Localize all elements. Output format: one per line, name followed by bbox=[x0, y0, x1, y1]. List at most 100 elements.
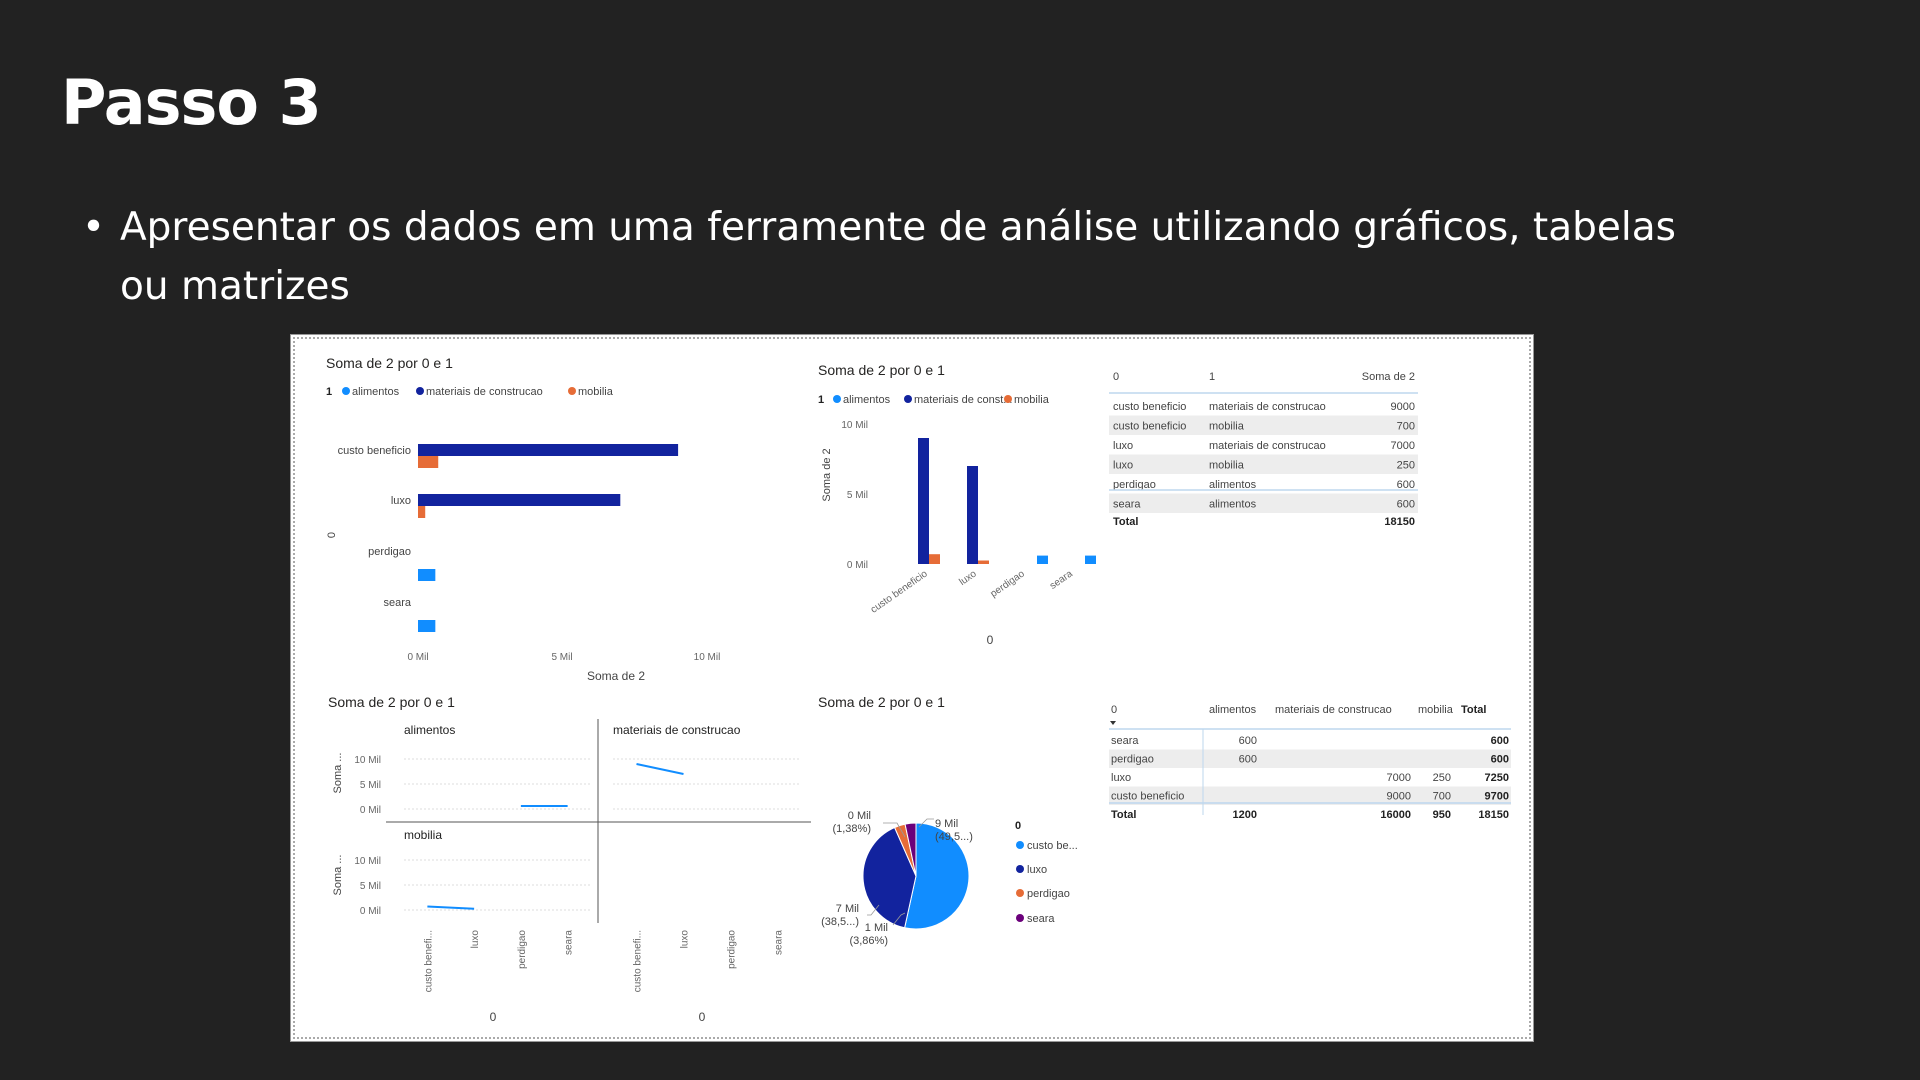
table-cell: 250 bbox=[1397, 460, 1415, 472]
dashboard-screenshot: Soma de 2 por 0 e 1 1 alimentos materiai… bbox=[290, 334, 1534, 1042]
matrix-row-stripe bbox=[1109, 749, 1511, 768]
sm-panel-materiais: materiais de construcao bbox=[613, 723, 741, 737]
pie-legend-perdigao: perdigao bbox=[1027, 888, 1070, 900]
pie-label-bottom-value: 1 Mil bbox=[865, 922, 888, 934]
bullet-text: Apresentar os dados em uma ferramente de… bbox=[120, 198, 1820, 316]
matrix-cell: 600 bbox=[1491, 754, 1509, 766]
sm-x-label: custo benefi... bbox=[633, 930, 644, 992]
vbar-bar-alimentos[interactable] bbox=[1037, 555, 1048, 564]
vbar-y-ticks: 10 Mil 5 Mil 0 Mil bbox=[841, 420, 868, 571]
hbar-x-tick: 5 Mil bbox=[551, 652, 572, 663]
matrix-header-4: Total bbox=[1461, 704, 1486, 716]
bullet-dot: • bbox=[82, 205, 106, 250]
sm-x-axis-title-right: 0 bbox=[699, 1010, 706, 1024]
matrix-header-3: mobilia bbox=[1418, 704, 1454, 716]
hbar-title: Soma de 2 por 0 e 1 bbox=[326, 355, 453, 371]
table-cell: alimentos bbox=[1209, 479, 1257, 491]
sm-x-labels: custo benefi... luxo perdigao seara custo be… bbox=[423, 930, 784, 993]
matrix-total-cell: 1200 bbox=[1233, 809, 1257, 821]
matrix-header-0: 0 bbox=[1111, 704, 1117, 716]
pie-label-left-pct: (38,5...) bbox=[821, 916, 859, 928]
pie-legend-dot-custo bbox=[1016, 841, 1024, 849]
hbar-bar-alimentos[interactable] bbox=[418, 620, 436, 632]
sm-x-label: custo benefi... bbox=[423, 930, 434, 992]
vbar-bar-alimentos[interactable] bbox=[1085, 555, 1096, 564]
vbar-y-axis-title: Soma de 2 bbox=[821, 448, 833, 501]
sm-line-mobilia[interactable] bbox=[427, 905, 475, 910]
matrix-header-1: alimentos bbox=[1209, 704, 1257, 716]
matrix-cell: 7250 bbox=[1485, 772, 1509, 784]
hbar-legend-title: 1 bbox=[326, 386, 332, 398]
sm-line-materiais-de-construcao[interactable] bbox=[636, 763, 684, 775]
matrix-cell: luxo bbox=[1111, 772, 1131, 784]
vbar-bar-mobilia[interactable] bbox=[978, 560, 989, 565]
matrix-cell: perdigao bbox=[1111, 754, 1154, 766]
visual-small-multiples[interactable]: Soma de 2 por 0 e 1 alimentos materiais … bbox=[328, 694, 811, 1024]
vbar-bar-materiais-de-construcao[interactable] bbox=[918, 438, 929, 564]
matrix-rows: seara 600 600 perdigao 600 600 luxo 7000 250 7250… bbox=[1109, 735, 1511, 805]
sm-y-axis-title-top: Soma ... bbox=[332, 753, 344, 794]
hbar-bar-materiais-de-construcao[interactable] bbox=[418, 494, 621, 506]
sm-y-tick: 0 Mil bbox=[360, 906, 381, 917]
vbar-bars bbox=[918, 438, 1096, 564]
table-cell: 9000 bbox=[1391, 401, 1415, 413]
visual-horizontal-bar[interactable]: Soma de 2 por 0 e 1 1 alimentos materiai… bbox=[326, 355, 720, 683]
matrix-total-cell: 950 bbox=[1433, 809, 1451, 821]
table-cell: custo beneficio bbox=[1113, 401, 1186, 413]
vbar-legend-alimentos: alimentos bbox=[843, 394, 891, 406]
matrix-total-cell: 18150 bbox=[1478, 809, 1509, 821]
matrix-cell: seara bbox=[1111, 735, 1139, 747]
pie-label-left-value: 7 Mil bbox=[836, 903, 859, 915]
table-header-2: Soma de 2 bbox=[1362, 371, 1415, 383]
pie-legend-dot-luxo bbox=[1016, 865, 1024, 873]
vbar-category-label: luxo bbox=[957, 568, 979, 588]
table-cell: materiais de construcao bbox=[1209, 440, 1326, 452]
dashboard-canvas: Soma de 2 por 0 e 1 1 alimentos materiai… bbox=[326, 355, 1511, 1024]
hbar-legend-alimentos: alimentos bbox=[352, 386, 400, 398]
vbar-y-tick: 10 Mil bbox=[841, 420, 868, 431]
sm-y-axis-title-bottom: Soma ... bbox=[332, 855, 344, 896]
pie-legend-title: 0 bbox=[1015, 820, 1021, 832]
visual-table[interactable]: 0 1 Soma de 2 custo beneficio materiais d… bbox=[1108, 371, 1418, 528]
table-cell: custo beneficio bbox=[1113, 421, 1186, 433]
hbar-bar-mobilia[interactable] bbox=[418, 506, 426, 518]
sm-x-axis-title-left: 0 bbox=[490, 1010, 497, 1024]
matrix-total-row: Total 1200 16000 950 18150 bbox=[1111, 809, 1509, 821]
bullet-text-line-2: ou matrizes bbox=[120, 264, 350, 309]
vbar-legend-materiais: materiais de const... bbox=[914, 394, 1012, 406]
hbar-x-ticks: 0 Mil 5 Mil 10 Mil bbox=[407, 652, 720, 663]
hbar-x-tick: 10 Mil bbox=[694, 652, 721, 663]
sm-y-tick: 5 Mil bbox=[360, 881, 381, 892]
vbar-x-axis-title: 0 bbox=[987, 633, 994, 647]
vbar-legend-dot-mobilia bbox=[1004, 395, 1012, 403]
sm-panel-mobilia: mobilia bbox=[404, 828, 442, 842]
visual-matrix[interactable]: 0 alimentos materiais de construcao mobi… bbox=[1109, 704, 1511, 821]
hbar-bar-mobilia[interactable] bbox=[418, 456, 439, 468]
table-cell: mobilia bbox=[1209, 460, 1245, 472]
sm-panel-alimentos: alimentos bbox=[404, 723, 455, 737]
pie-title: Soma de 2 por 0 e 1 bbox=[818, 694, 945, 710]
hbar-bar-alimentos[interactable] bbox=[418, 569, 436, 581]
vbar-bar-mobilia[interactable] bbox=[929, 554, 940, 564]
matrix-total-cell: 16000 bbox=[1380, 809, 1411, 821]
matrix-cell: 250 bbox=[1433, 772, 1451, 784]
sm-gridlines bbox=[404, 758, 801, 911]
sm-y-tick: 10 Mil bbox=[354, 755, 381, 766]
matrix-header-2: materiais de construcao bbox=[1275, 704, 1392, 716]
visual-pie[interactable]: Soma de 2 por 0 e 1 0 Mil (1,38%) 9 Mil … bbox=[818, 694, 1078, 947]
sort-arrow-icon[interactable] bbox=[1110, 721, 1116, 725]
matrix-cell: 600 bbox=[1491, 735, 1509, 747]
pie-legend-luxo: luxo bbox=[1027, 864, 1047, 876]
pie-label-right-value: 9 Mil bbox=[935, 818, 958, 830]
vbar-legend-dot-alimentos bbox=[833, 395, 841, 403]
pie-label-right-pct: (49,5...) bbox=[935, 831, 973, 843]
table-cell: 700 bbox=[1397, 421, 1415, 433]
vbar-bar-materiais-de-construcao[interactable] bbox=[967, 466, 978, 564]
sm-y-tick: 0 Mil bbox=[360, 805, 381, 816]
visual-vertical-bar[interactable]: Soma de 2 por 0 e 1 1 alimentos materiai… bbox=[818, 362, 1096, 647]
table-cell: luxo bbox=[1113, 460, 1133, 472]
sm-y-tick: 10 Mil bbox=[354, 856, 381, 867]
matrix-cell: 600 bbox=[1239, 754, 1257, 766]
hbar-bar-materiais-de-construcao[interactable] bbox=[418, 444, 679, 456]
pie-legend-dot-perdigao bbox=[1016, 889, 1024, 897]
